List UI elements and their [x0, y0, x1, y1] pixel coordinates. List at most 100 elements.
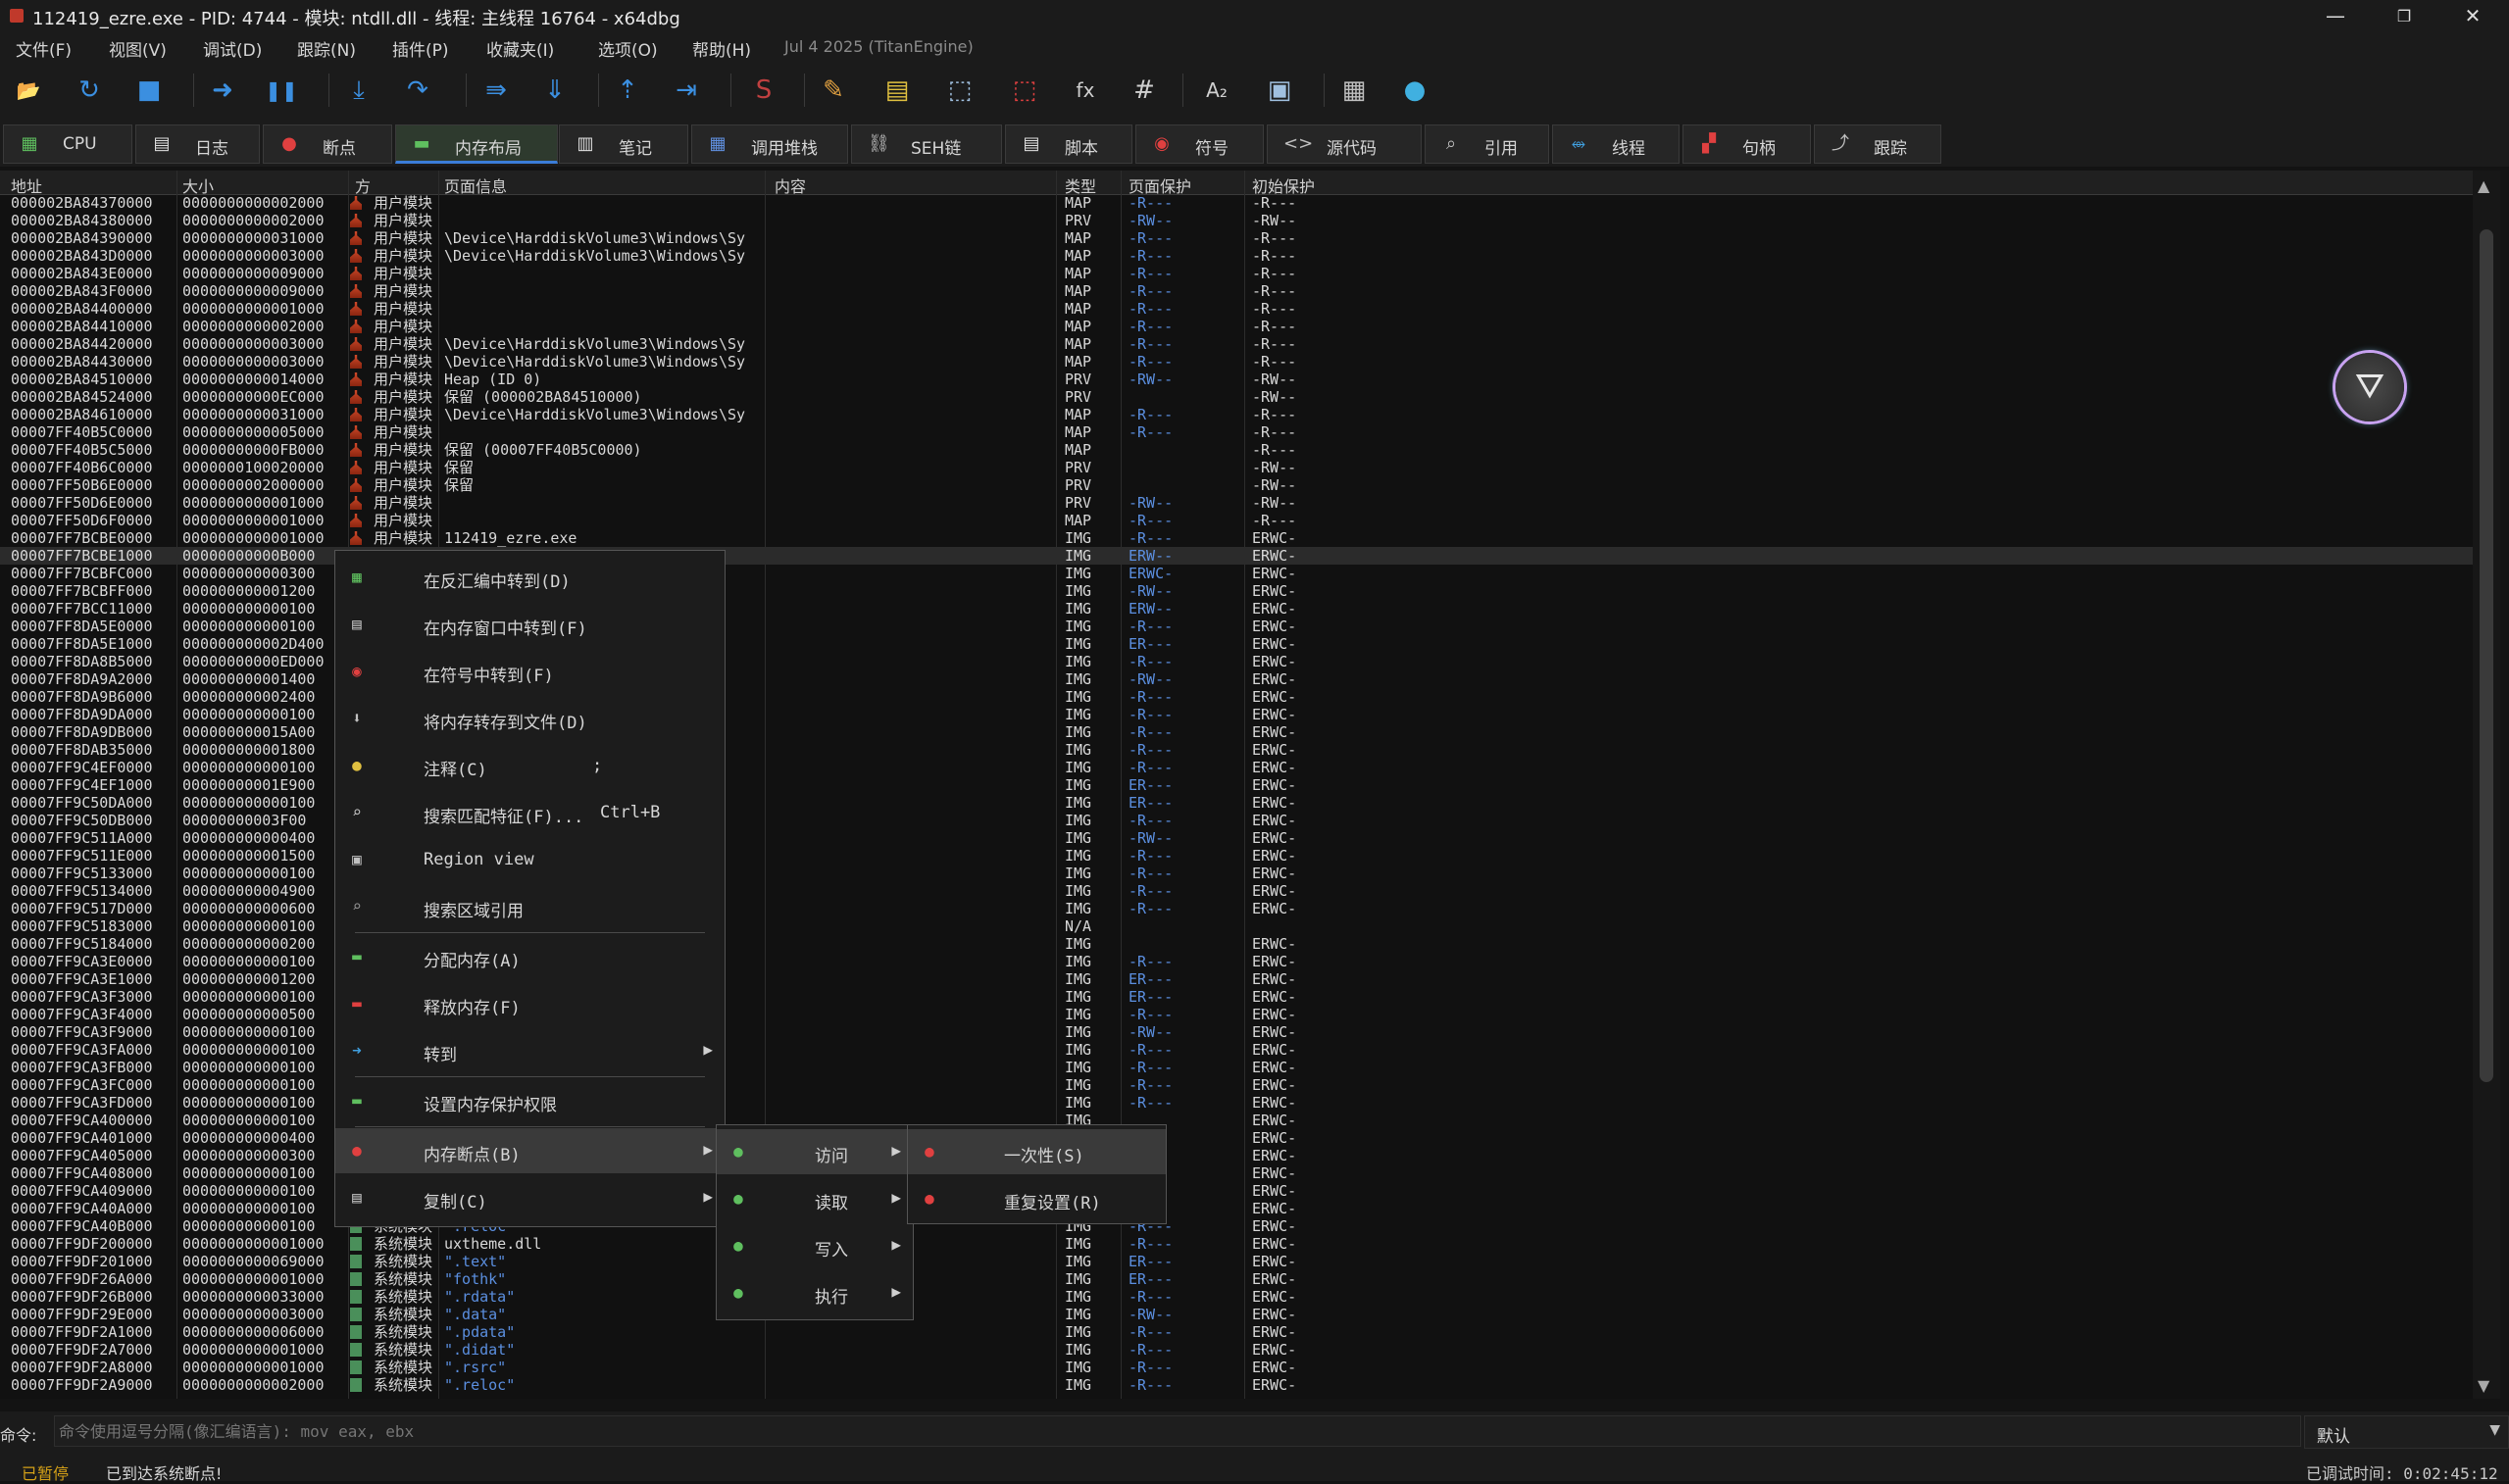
command-mode-select[interactable]: 默认 ▼ — [2304, 1415, 2509, 1449]
tab-memory-map[interactable]: ▬ 内存布局 — [395, 124, 558, 164]
menu-item-protect[interactable]: ▬ 设置内存保护权限 — [335, 1078, 725, 1123]
menu-item-find-refs[interactable]: ⌕ 搜索区域引用 — [335, 884, 725, 929]
menu-item-dump[interactable]: ▤ 在内存窗口中转到(F) — [335, 602, 725, 647]
menu-item-write[interactable]: ● 写入 ▶ — [717, 1223, 913, 1268]
table-row[interactable]: 00007FF9DF26A000 0000000000001000 系统模块 "fo… — [0, 1270, 2473, 1288]
labels-icon[interactable]: ⬚ — [943, 74, 977, 107]
run-to-user-code-icon[interactable]: ⇥ — [670, 74, 703, 107]
menu-item-access[interactable]: ● 访问 ▶ — [717, 1129, 913, 1174]
font-icon[interactable]: A₂ — [1200, 74, 1233, 107]
table-row[interactable]: 000002BA84510000 0000000000014000 用户模块 Heap… — [0, 371, 2473, 388]
table-row[interactable]: 00007FF9DF201000 0000000000069000 系统模块 ".t… — [0, 1253, 2473, 1270]
stop-icon[interactable]: ■ — [132, 74, 166, 107]
tab-handles[interactable]: ▞ 句柄 — [1682, 124, 1811, 164]
tab-symbols[interactable]: ◉ 符号 — [1135, 124, 1264, 164]
tab-script[interactable]: ▤ 脚本 — [1005, 124, 1132, 164]
tab-breakpoint[interactable]: ● 断点 — [263, 124, 392, 164]
table-row[interactable]: 00007FF9DF200000 0000000000001000 系统模块 uxth… — [0, 1235, 2473, 1253]
table-row[interactable]: 000002BA843D0000 0000000000003000 用户模块 \Dev… — [0, 247, 2473, 265]
menu-debug[interactable]: 调试(D) — [203, 36, 262, 61]
menu-item-region-view[interactable]: ▣ Region view — [335, 837, 725, 882]
functions-icon[interactable]: fx — [1069, 74, 1102, 107]
table-row[interactable]: 00007FF9DF2A8000 0000000000001000 系统模块 ".r… — [0, 1359, 2473, 1376]
scroll-down-arrow-icon[interactable]: ▼ — [2478, 1376, 2489, 1395]
scylla-icon[interactable]: S — [747, 74, 780, 107]
comments-icon[interactable]: ▤ — [880, 74, 914, 107]
table-row[interactable]: 000002BA84400000 0000000000001000 用户模块 MAP -… — [0, 300, 2473, 318]
maximize-button[interactable]: ❐ — [2375, 0, 2434, 32]
table-row[interactable]: 000002BA84410000 0000000000002000 用户模块 MAP -… — [0, 318, 2473, 335]
menu-item-save-dump[interactable]: ⬇ 将内存转存到文件(D) — [335, 696, 725, 741]
table-row[interactable]: 00007FF9DF29E000 0000000000003000 系统模块 ".d… — [0, 1306, 2473, 1323]
table-row[interactable]: 00007FF50D6F0000 0000000000001000 用户模块 MAP -… — [0, 512, 2473, 529]
bookmarks-icon[interactable]: ⬚ — [1008, 74, 1041, 107]
menu-trace[interactable]: 跟踪(N) — [297, 36, 356, 61]
tab-call-stack[interactable]: ▦ 调用堆栈 — [691, 124, 848, 164]
table-row[interactable]: 000002BA84610000 0000000000031000 用户模块 \Dev… — [0, 406, 2473, 423]
table-row[interactable]: 00007FF9DF2A9000 0000000000002000 系统模块 ".r… — [0, 1376, 2473, 1394]
menu-options[interactable]: 选项(O) — [598, 36, 658, 61]
tab-cpu[interactable]: ▦ CPU — [3, 124, 132, 164]
table-row[interactable]: 00007FF9DF2A7000 0000000000001000 系统模块 ".d… — [0, 1341, 2473, 1359]
open-icon[interactable]: 📂 — [12, 74, 45, 107]
calculator-icon[interactable]: ▦ — [1337, 74, 1371, 107]
menu-item-allocate[interactable]: ▬ 分配内存(A) — [335, 934, 725, 979]
table-row[interactable]: 000002BA843E0000 0000000000009000 用户模块 MAP -… — [0, 265, 2473, 282]
menu-plugins[interactable]: 插件(P) — [392, 36, 449, 61]
table-row[interactable]: 000002BA84524000 00000000000EC000 用户模块 保留 (… — [0, 388, 2473, 406]
table-row[interactable]: 000002BA84430000 0000000000003000 用户模块 \Dev… — [0, 353, 2473, 371]
table-row[interactable]: 00007FF40B5C5000 00000000000FB000 用户模块 保留 (… — [0, 441, 2473, 459]
globe-icon[interactable]: ● — [1398, 74, 1431, 107]
hash-icon[interactable]: # — [1128, 74, 1161, 107]
trace-over-icon[interactable]: ⇓ — [538, 74, 572, 107]
menu-item-find-pattern[interactable]: ⌕ 搜索匹配特征(F)... Ctrl+B — [335, 790, 725, 835]
table-row[interactable]: 000002BA84380000 0000000000002000 用户模块 PRV -… — [0, 212, 2473, 229]
menu-item-execute[interactable]: ● 执行 ▶ — [717, 1270, 913, 1315]
close-button[interactable]: ✕ — [2443, 0, 2502, 32]
step-over-icon[interactable]: ↷ — [401, 74, 434, 107]
menu-item-goto[interactable]: ➜ 转到 ▶ — [335, 1028, 725, 1073]
restart-icon[interactable]: ↻ — [73, 74, 106, 107]
device-icon[interactable]: ▣ — [1263, 74, 1296, 107]
menu-file[interactable]: 文件(F) — [16, 36, 72, 61]
table-row[interactable]: 00007FF9DF2A1000 0000000000006000 系统模块 ".p… — [0, 1323, 2473, 1341]
menu-item-once[interactable]: ● 一次性(S) — [908, 1129, 1166, 1174]
menu-favourites[interactable]: 收藏夹(I) — [486, 36, 554, 61]
menu-item-symbol[interactable]: ◉ 在符号中转到(F) — [335, 649, 725, 694]
table-row[interactable]: 000002BA84370000 0000000000002000 用户模块 MAP -… — [0, 194, 2473, 212]
menu-item-read[interactable]: ● 读取 ▶ — [717, 1176, 913, 1221]
tab-notes[interactable]: ▥ 笔记 — [559, 124, 688, 164]
scroll-thumb[interactable] — [2480, 229, 2493, 1082]
pause-icon[interactable]: ❚❚ — [265, 74, 298, 107]
tab-trace[interactable]: ⤴ 跟踪 — [1814, 124, 1941, 164]
menu-item-free[interactable]: ▬ 释放内存(F) — [335, 981, 725, 1026]
menu-help[interactable]: 帮助(H) — [692, 36, 751, 61]
tab-threads[interactable]: ⥈ 线程 — [1552, 124, 1680, 164]
table-row[interactable]: 00007FF9DF26B000 0000000000033000 系统模块 ".r… — [0, 1288, 2473, 1306]
trace-into-icon[interactable]: ⇛ — [479, 74, 513, 107]
tab-references[interactable]: ⌕ 引用 — [1425, 124, 1549, 164]
table-row[interactable]: 000002BA843F0000 0000000000009000 用户模块 MAP -… — [0, 282, 2473, 300]
tab-log[interactable]: ▤ 日志 — [135, 124, 260, 164]
run-icon[interactable]: ➜ — [206, 74, 239, 107]
table-row[interactable]: 000002BA84390000 0000000000031000 用户模块 \Dev… — [0, 229, 2473, 247]
menu-view[interactable]: 视图(V) — [109, 36, 167, 61]
menu-item-copy[interactable]: ▤ 复制(C) ▶ — [335, 1175, 725, 1220]
table-row[interactable]: 00007FF50D6E0000 0000000000001000 用户模块 PRV -… — [0, 494, 2473, 512]
tab-source[interactable]: <> 源代码 — [1267, 124, 1422, 164]
table-row[interactable]: 00007FF50B6E0000 0000000002000000 用户模块 保留 PR… — [0, 476, 2473, 494]
table-row[interactable]: 00007FF40B6C0000 0000000100020000 用户模块 保留 PR… — [0, 459, 2473, 476]
menu-item-restore[interactable]: ● 重复设置(R) — [908, 1176, 1166, 1221]
table-row[interactable]: 000002BA84420000 0000000000003000 用户模块 \Dev… — [0, 335, 2473, 353]
menu-item-comment[interactable]: ● 注释(C); — [335, 743, 725, 788]
vertical-scrollbar[interactable]: ▲ ▼ — [2473, 171, 2500, 1399]
command-input[interactable] — [54, 1415, 2301, 1447]
execute-till-return-icon[interactable]: ⇡ — [611, 74, 644, 107]
menu-item-disassembly[interactable]: ▦ 在反汇编中转到(D) — [335, 555, 725, 600]
step-into-icon[interactable]: ⤓ — [342, 74, 376, 107]
patch-icon[interactable]: ✎ — [817, 74, 850, 107]
tab-seh[interactable]: ⛓ SEH链 — [851, 124, 1002, 164]
assistant-badge-icon[interactable]: ⛛ — [2335, 353, 2404, 421]
table-row[interactable]: 00007FF40B5C0000 0000000000005000 用户模块 MAP -… — [0, 423, 2473, 441]
minimize-button[interactable]: — — [2306, 0, 2365, 32]
